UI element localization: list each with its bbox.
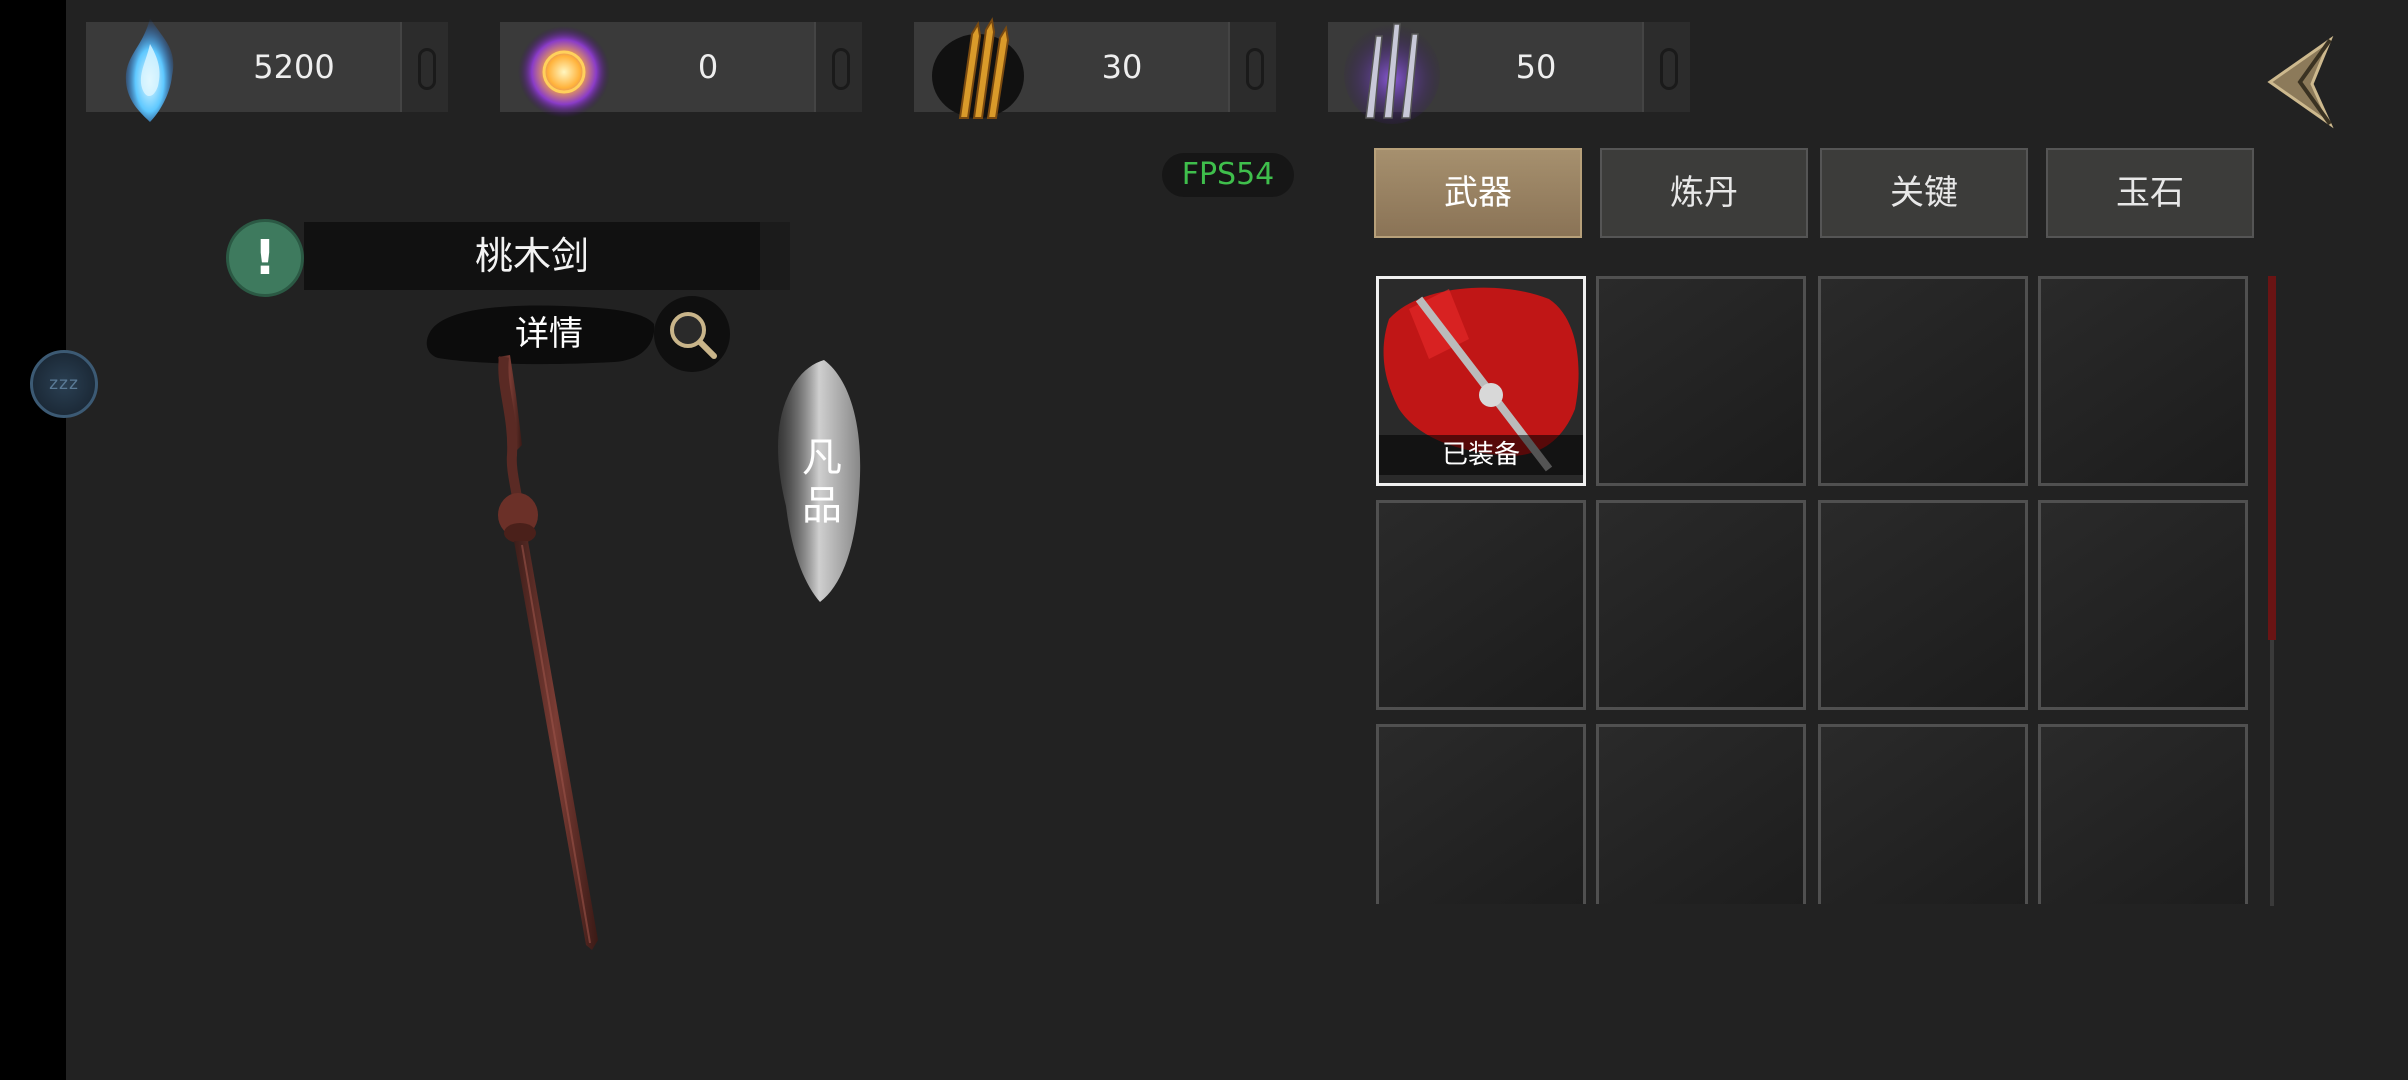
tab-jade[interactable]: 玉石 <box>2046 148 2254 238</box>
bar-notch <box>1228 22 1276 112</box>
grade-char-1: 凡 <box>802 435 842 481</box>
inventory-slot[interactable] <box>2038 724 2248 904</box>
sleep-button[interactable]: zzz <box>30 350 98 418</box>
golden-orb-icon <box>518 26 610 118</box>
resource-bar-arrows: 30 <box>914 17 1276 119</box>
inventory-slot[interactable] <box>1818 276 2028 486</box>
inventory-slot[interactable] <box>2038 500 2248 710</box>
bar-edge <box>760 222 790 290</box>
resource-value: 30 <box>1101 48 1143 86</box>
inventory-slot[interactable] <box>1376 500 1586 710</box>
resource-bar-blades: 50 <box>1328 22 1690 124</box>
item-grade: 凡 品 <box>792 434 852 530</box>
tab-key-items[interactable]: 关键 <box>1820 148 2028 238</box>
bar-notch <box>400 22 448 112</box>
golden-arrows-icon <box>932 17 1024 119</box>
sleep-label: zzz <box>49 374 79 394</box>
inventory-slot[interactable] <box>1596 500 1806 710</box>
inventory-slot-equipped[interactable]: 已装备 <box>1376 276 1586 486</box>
inventory-slot[interactable] <box>1818 724 2028 904</box>
item-name: 桃木剑 <box>474 234 589 278</box>
bar-notch <box>1642 22 1690 112</box>
inventory-slot[interactable] <box>1596 724 1806 904</box>
resource-bar-orb: 0 <box>500 22 862 118</box>
tab-alchemy[interactable]: 炼丹 <box>1600 148 1808 238</box>
scrollbar-thumb[interactable] <box>2268 276 2276 640</box>
resource-value: 50 <box>1515 48 1557 86</box>
equipped-label: 已装备 <box>1379 435 1583 475</box>
resource-bar-spirit: 5200 <box>86 18 448 122</box>
tab-weapons[interactable]: 武器 <box>1374 148 1582 238</box>
peachwood-sword-image <box>498 355 598 950</box>
item-title-bar: 桃木剑 <box>304 222 790 290</box>
left-strip <box>0 0 66 1080</box>
grade-char-2: 品 <box>802 483 842 529</box>
purple-blades-icon <box>1344 23 1440 124</box>
inventory-slot[interactable] <box>1818 500 2028 710</box>
inventory-slot[interactable] <box>2038 276 2248 486</box>
magnifier-icon[interactable] <box>652 294 732 374</box>
inventory-grid: 已装备 <box>1370 270 2260 904</box>
resource-value: 5200 <box>253 48 335 86</box>
inventory-slot[interactable] <box>1596 276 1806 486</box>
resource-value: 0 <box>697 48 719 86</box>
inventory-slot[interactable] <box>1376 724 1586 904</box>
alert-icon[interactable]: ! <box>226 219 304 297</box>
fps-counter: FPS54 <box>1162 153 1294 197</box>
blue-flame-icon <box>125 18 174 122</box>
back-arrow-icon[interactable] <box>2250 30 2340 130</box>
bar-notch <box>814 22 862 112</box>
